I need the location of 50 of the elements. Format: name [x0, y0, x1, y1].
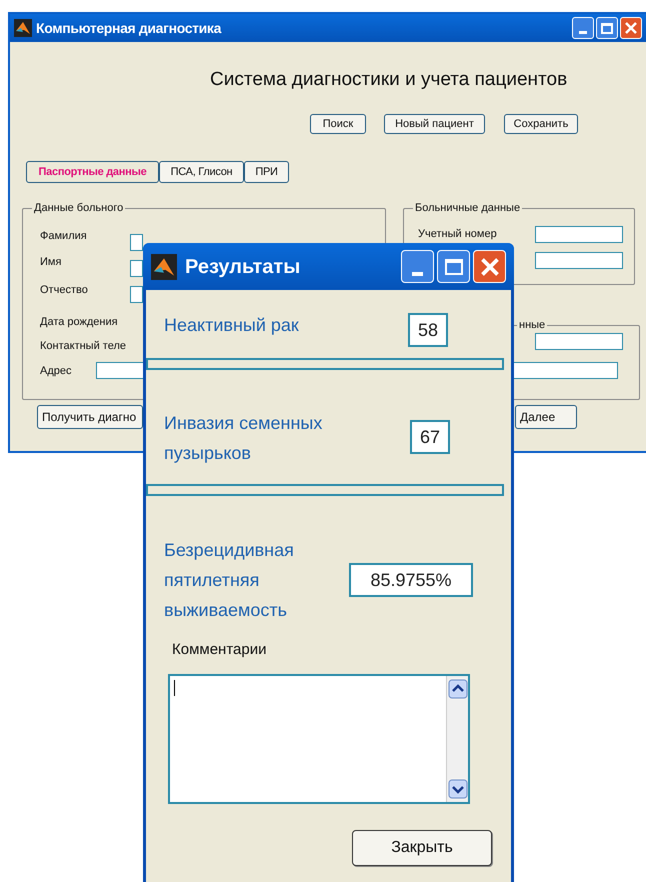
- minimize-button[interactable]: [401, 250, 434, 283]
- result-value-field: 85.9755%: [349, 563, 473, 597]
- input-field[interactable]: [130, 286, 143, 303]
- field-label: Имя: [40, 255, 62, 270]
- heading: Система диагностики и учета пациентов: [210, 68, 568, 92]
- input-field[interactable]: [96, 362, 146, 379]
- scrollbar[interactable]: [446, 676, 468, 802]
- result-value-field: 58: [408, 313, 448, 347]
- toolbar-button[interactable]: Сохранить: [504, 114, 578, 134]
- minimize-button[interactable]: [572, 17, 594, 39]
- field-label: Контактный теле: [40, 339, 126, 354]
- field-label: Фамилия: [40, 229, 87, 244]
- field-label: Дата рождения: [40, 315, 118, 330]
- tab[interactable]: ПСА, Глисон: [159, 161, 244, 183]
- comments-field[interactable]: [168, 674, 470, 804]
- window-title: Компьютерная диагностика: [36, 18, 222, 38]
- close-icon: [480, 258, 498, 276]
- scroll-up-icon[interactable]: [448, 679, 468, 699]
- close-button[interactable]: [473, 250, 506, 283]
- next-button[interactable]: Далее: [515, 405, 577, 429]
- input-field[interactable]: [535, 226, 623, 243]
- group-title: Больничные данные: [413, 200, 522, 216]
- input-field[interactable]: [535, 252, 623, 269]
- toolbar-button[interactable]: Поиск: [310, 114, 366, 134]
- maximize-button[interactable]: [437, 250, 470, 283]
- result-label: Инвазия семенных пузырьков: [164, 412, 324, 465]
- result-label: Неактивный рак: [164, 314, 300, 337]
- input-field[interactable]: [130, 234, 143, 251]
- scroll-down-icon[interactable]: [448, 779, 468, 799]
- field-label: Отчество: [40, 283, 88, 298]
- result-label: Безрецидивная пятилетняя выживаемость: [164, 539, 295, 622]
- text-cursor: [174, 680, 175, 696]
- app-logo-icon: [151, 254, 177, 280]
- close-dialog-button[interactable]: Закрыть: [352, 830, 492, 866]
- field-label: Учетный номер: [418, 227, 497, 242]
- toolbar-button[interactable]: Новый пациент: [384, 114, 485, 134]
- input-field[interactable]: [130, 260, 143, 277]
- window-title: Результаты: [185, 254, 300, 280]
- result-value-field: 67: [410, 420, 450, 454]
- app-logo-icon: [14, 19, 32, 37]
- close-icon: [625, 22, 637, 34]
- diagnosis-button[interactable]: Получить диагно: [37, 405, 143, 429]
- close-button[interactable]: [620, 17, 642, 39]
- field-label: Адрес: [40, 364, 72, 379]
- maximize-button[interactable]: [596, 17, 618, 39]
- input-field[interactable]: [535, 333, 623, 350]
- tab[interactable]: Паспортные данные: [26, 161, 159, 183]
- group-title: Данные больного: [32, 200, 126, 216]
- tab[interactable]: ПРИ: [244, 161, 289, 183]
- comments-label: Комментарии: [172, 640, 266, 660]
